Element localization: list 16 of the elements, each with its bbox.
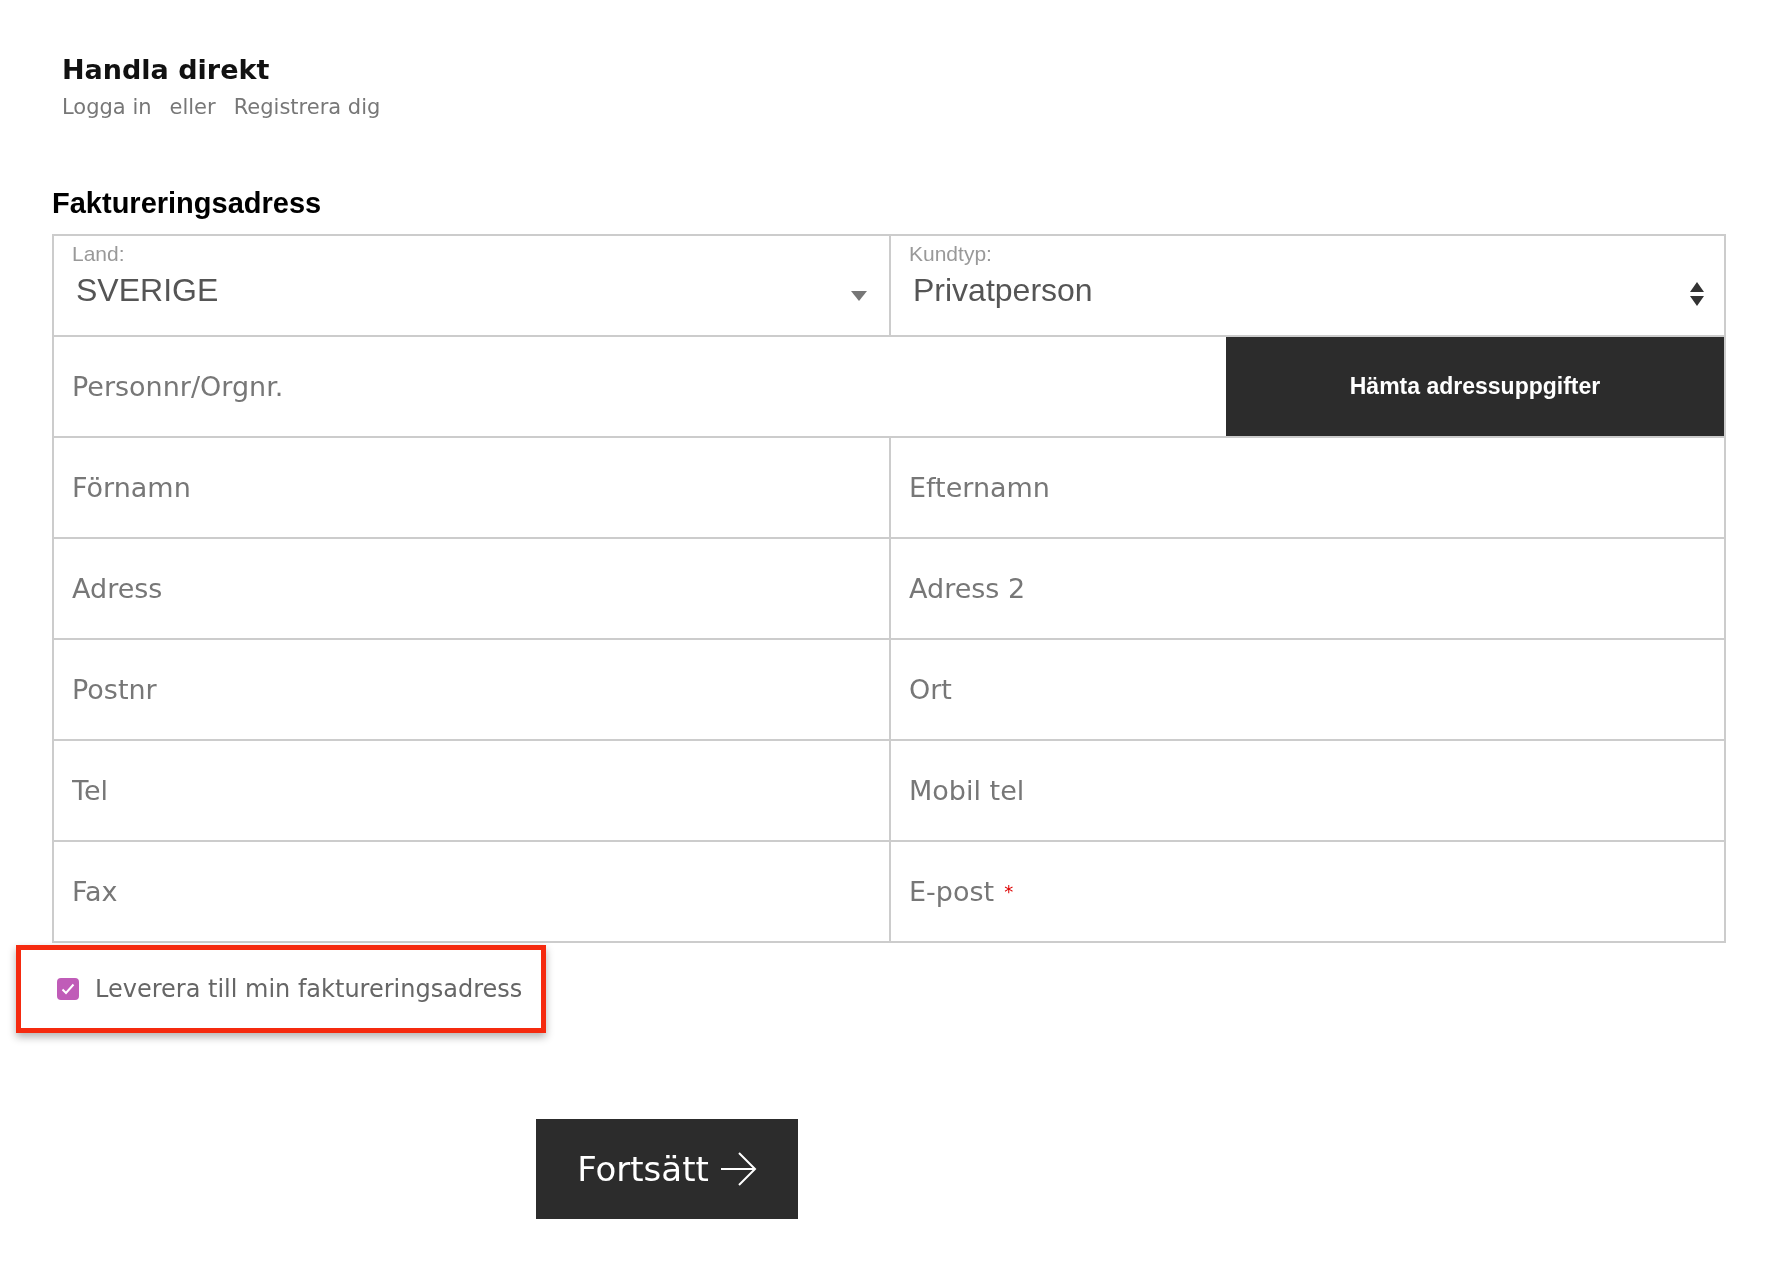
- checkbox-label[interactable]: Leverera till min faktureringsadress: [95, 975, 523, 1003]
- input-field[interactable]: E-post *: [891, 842, 1724, 941]
- select-field[interactable]: Kundtyp: Privatperson: [889, 236, 1724, 335]
- select-field[interactable]: Land: SVERIGE: [54, 236, 889, 335]
- fetch-address-button[interactable]: Hämta adressuppgifter: [1226, 337, 1724, 436]
- separator-text: eller: [169, 95, 216, 119]
- header-link[interactable]: Registrera dig: [233, 95, 381, 119]
- checkmark-icon: [61, 983, 75, 995]
- section-heading: Faktureringsadress: [52, 187, 323, 220]
- up-down-arrows-icon: [1690, 282, 1704, 306]
- caret-down-icon: [851, 291, 867, 301]
- continue-button[interactable]: Fortsätt: [536, 1119, 798, 1219]
- checkbox[interactable]: [57, 978, 79, 1000]
- header-link[interactable]: Logga in: [62, 95, 152, 119]
- arrow-right-icon: [720, 1152, 757, 1186]
- page-title: Handla direkt: [62, 54, 271, 85]
